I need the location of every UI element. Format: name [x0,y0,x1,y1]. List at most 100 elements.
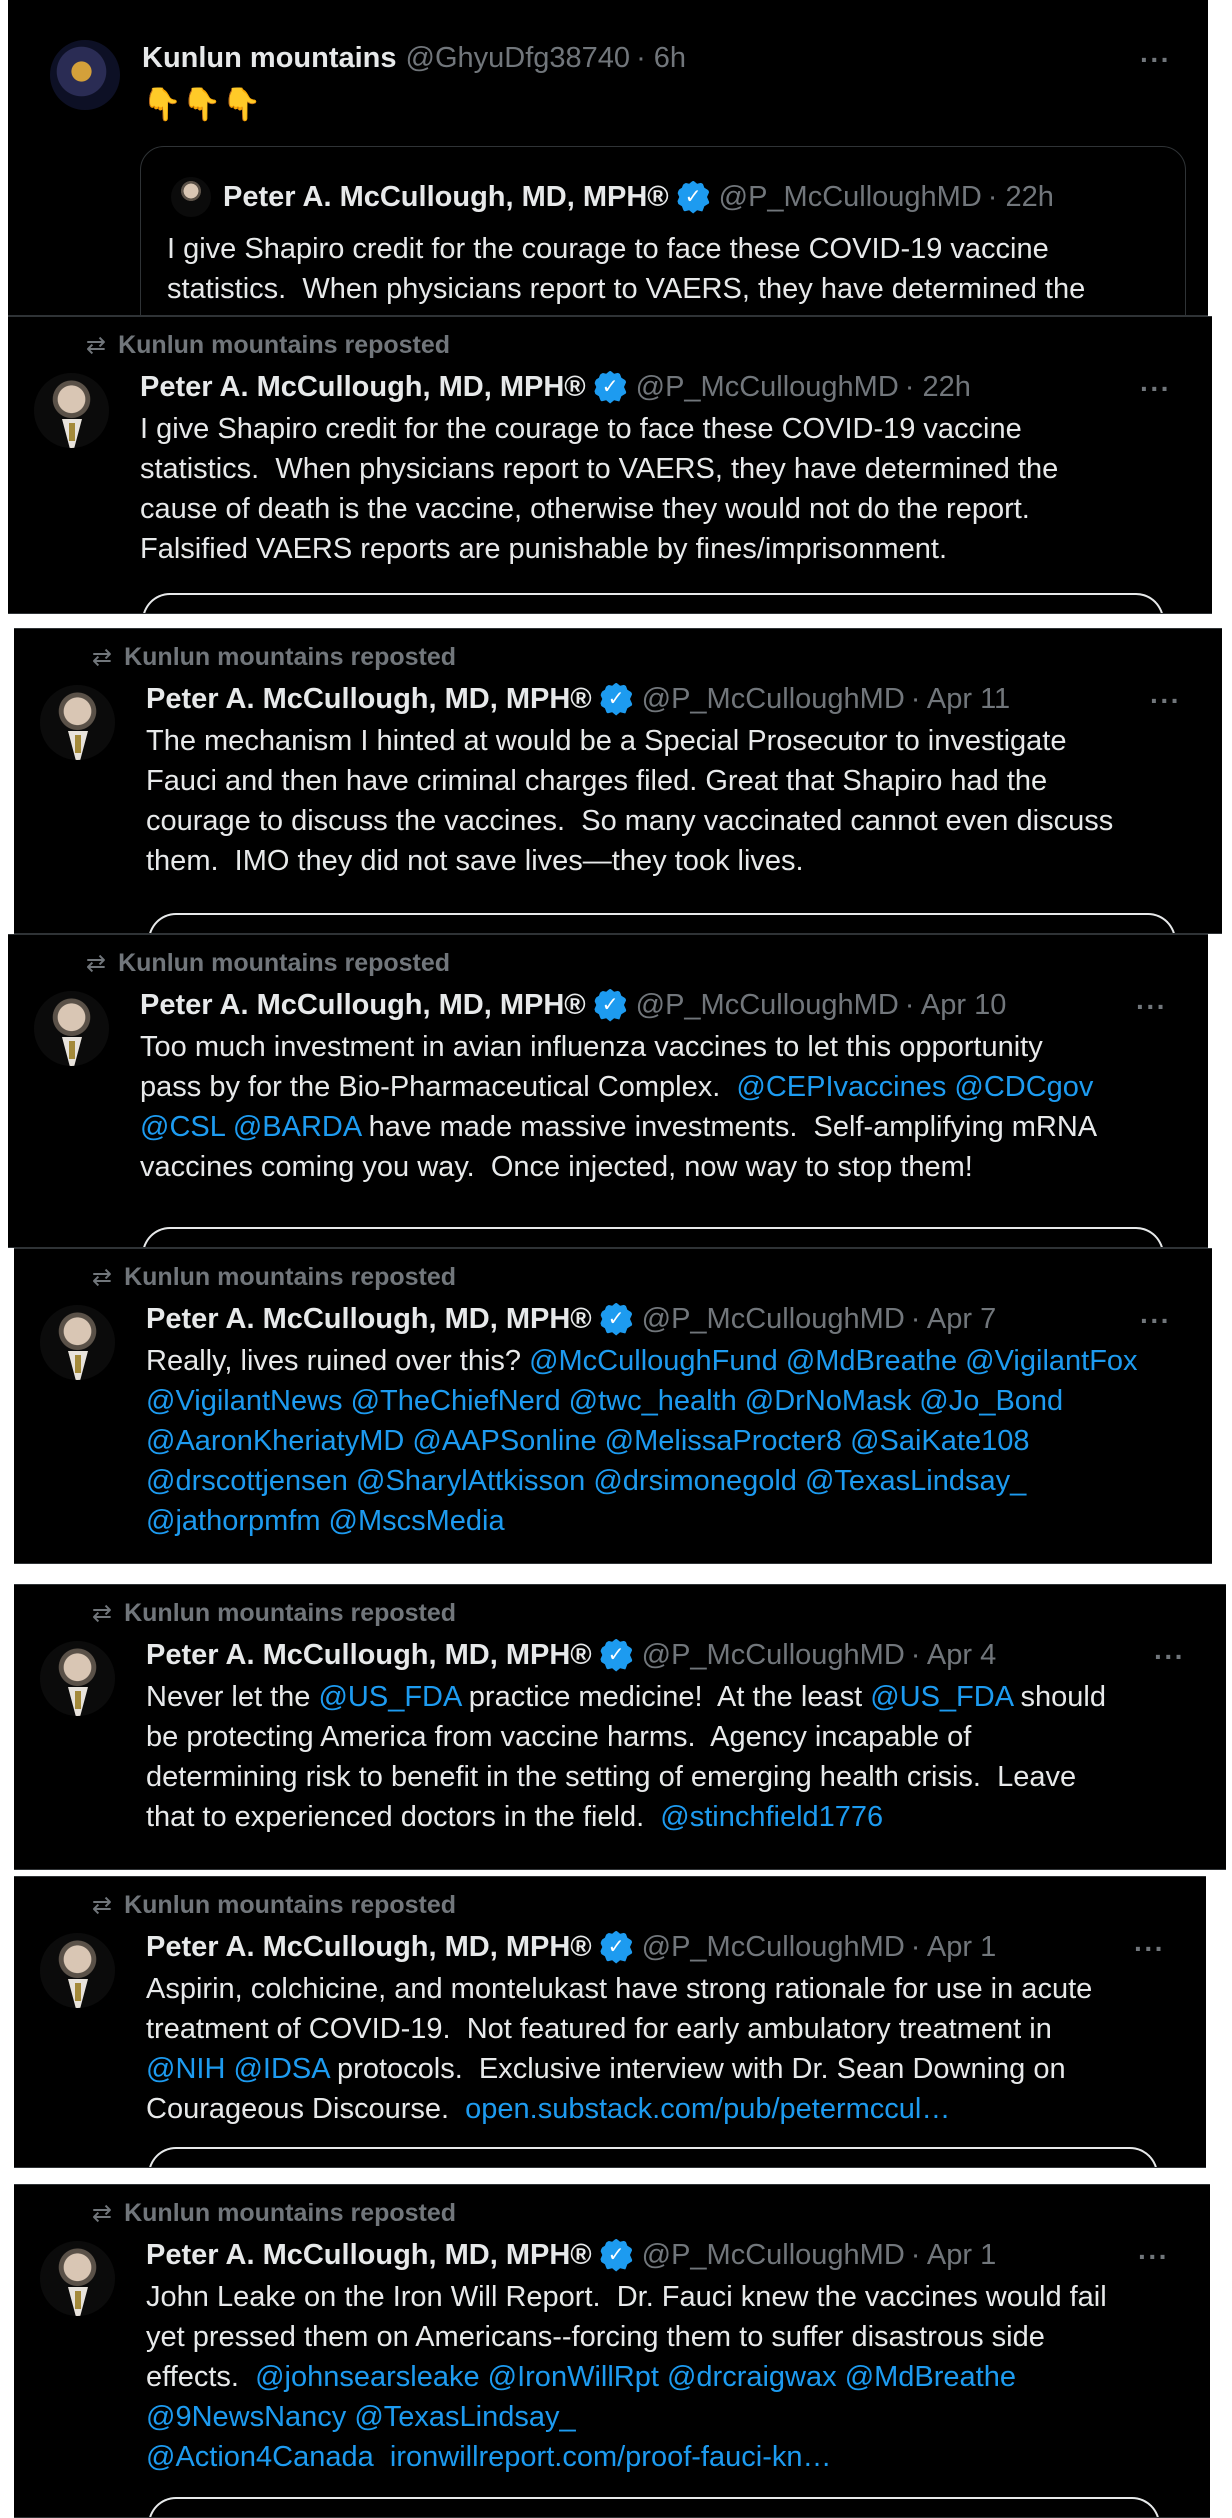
repost-context[interactable]: ⇄ Kunlun mountains reposted [92,1891,456,1920]
mention-link[interactable]: @MscsMedia [329,1505,505,1537]
author-name[interactable]: Peter A. McCullough, MD, MPH® [140,369,586,405]
repost-context[interactable]: ⇄ Kunlun mountains reposted [92,2199,456,2228]
mention-link[interactable]: @VigilantNews [146,1385,343,1417]
media-card-preview[interactable] [142,1227,1164,1247]
tweet-time[interactable]: · Apr 11 [911,681,1010,717]
author-name[interactable]: Peter A. McCullough, MD, MPH® [146,1929,592,1965]
repost-label[interactable]: Kunlun mountains reposted [124,2199,456,2228]
mention-link[interactable]: @drcraigwax [667,2361,837,2393]
mention-link[interactable]: @jathorpmfm [146,1505,320,1537]
author-handle[interactable]: @P_McCulloughMD [642,1637,905,1673]
mention-link[interactable]: @MelissaProcter8 [605,1425,842,1457]
repost-label[interactable]: Kunlun mountains reposted [124,643,456,672]
more-horizontal-icon[interactable]: ··· [1136,993,1167,1021]
author-handle[interactable]: @P_McCulloughMD [636,369,899,405]
mention-link[interactable]: open.substack.com/pub/petermccul… [465,2093,950,2125]
tweet-card-repost[interactable]: ⇄ Kunlun mountains reposted Peter A. McCul… [14,1248,1212,1564]
mention-link[interactable]: @stinchfield1776 [660,1801,883,1833]
mention-link[interactable]: @drsimonegold [593,1465,797,1497]
mention-link[interactable]: @Jo_Bond [919,1385,1063,1417]
tweet-card-repost[interactable]: ⇄ Kunlun mountains reposted Peter A. McCul… [14,1876,1206,2168]
mention-link[interactable]: @CSL [140,1111,225,1143]
repost-label[interactable]: Kunlun mountains reposted [118,949,450,978]
avatar[interactable] [40,1305,115,1380]
more-horizontal-icon[interactable]: ··· [1154,1643,1185,1671]
mention-link[interactable]: @TheChiefNerd [351,1385,561,1417]
author-name[interactable]: Peter A. McCullough, MD, MPH® [140,987,586,1023]
mention-link[interactable]: @IronWillRpt [488,2361,659,2393]
tweet-time[interactable]: · Apr 10 [905,987,1007,1023]
quoted-tweet[interactable]: Peter A. McCullough, MD, MPH® ✓ @P_McCul… [140,146,1186,315]
author-name[interactable]: Peter A. McCullough, MD, MPH® [146,1637,592,1673]
media-card-preview[interactable] [142,593,1164,613]
tweet-card-repost[interactable]: ⇄ Kunlun mountains reposted Peter A. McCul… [14,2184,1210,2518]
tweet-time[interactable]: · Apr 1 [911,1929,996,1965]
mention-link[interactable]: @SharylAttkisson [356,1465,585,1497]
mention-link[interactable]: @9NewsNancy [146,2401,346,2433]
tweet-time[interactable]: · Apr 4 [911,1637,996,1673]
media-card-preview[interactable] [148,913,1176,933]
mention-link[interactable]: @US_FDA [318,1681,460,1713]
avatar[interactable] [40,2241,115,2316]
repost-context[interactable]: ⇄ Kunlun mountains reposted [92,1263,456,1292]
mention-link[interactable]: @MdBreathe [845,2361,1016,2393]
mention-link[interactable]: @BARDA [233,1111,361,1143]
author-handle[interactable]: @P_McCulloughMD [642,2237,905,2273]
mention-link[interactable]: @CDCgov [954,1071,1093,1103]
mention-link[interactable]: @AaronKheriatyMD [146,1425,404,1457]
mention-link[interactable]: @MdBreathe [786,1345,957,1377]
mention-link[interactable]: @VigilantFox [965,1345,1137,1377]
more-horizontal-icon[interactable]: ··· [1138,2243,1169,2271]
avatar[interactable] [34,991,109,1066]
mention-link[interactable]: @McCulloughFund [529,1345,778,1377]
mention-link[interactable]: @AAPSonline [412,1425,596,1457]
tweet-card-repost[interactable]: ⇄ Kunlun mountains reposted Peter A. McCul… [14,628,1222,934]
mention-link[interactable]: @Action4Canada [146,2441,374,2473]
repost-label[interactable]: Kunlun mountains reposted [124,1263,456,1292]
mention-link[interactable]: @johnsearsleake [255,2361,480,2393]
repost-label[interactable]: Kunlun mountains reposted [124,1599,456,1628]
author-name[interactable]: Peter A. McCullough, MD, MPH® [146,681,592,717]
repost-label[interactable]: Kunlun mountains reposted [124,1891,456,1920]
mention-link[interactable]: @NIH [146,2053,225,2085]
author-handle[interactable]: @P_McCulloughMD [642,681,905,717]
avatar[interactable] [40,685,115,760]
mention-link[interactable]: @drscottjensen [146,1465,348,1497]
tweet-card-repost[interactable]: ⇄ Kunlun mountains reposted Peter A. McCul… [14,1584,1226,1870]
author-name[interactable]: Kunlun mountains [142,40,397,76]
avatar[interactable] [34,373,109,448]
tweet-time[interactable]: · 22h [905,369,971,405]
more-horizontal-icon[interactable]: ··· [1150,687,1181,715]
mention-link[interactable]: @twc_health [569,1385,737,1417]
repost-context[interactable]: ⇄ Kunlun mountains reposted [86,949,450,978]
repost-label[interactable]: Kunlun mountains reposted [118,331,450,360]
mention-link[interactable]: @SaiKate108 [850,1425,1029,1457]
author-name[interactable]: Peter A. McCullough, MD, MPH® [146,2237,592,2273]
mention-link[interactable]: @TexasLindsay_ [354,2401,575,2433]
repost-context[interactable]: ⇄ Kunlun mountains reposted [92,643,456,672]
author-handle[interactable]: @P_McCulloughMD [642,1929,905,1965]
tweet-time[interactable]: · Apr 7 [911,1301,996,1337]
author-name[interactable]: Peter A. McCullough, MD, MPH® [146,1301,592,1337]
author-handle[interactable]: @GhyuDfg38740 [406,40,631,76]
mention-link[interactable]: @TexasLindsay_ [805,1465,1026,1497]
more-horizontal-icon[interactable]: ··· [1140,375,1171,403]
mention-link[interactable]: ironwillreport.com/proof-fauci-kn… [390,2441,832,2473]
tweet-card-repost[interactable]: ⇄ Kunlun mountains reposted Peter A. McCul… [8,316,1212,614]
avatar[interactable] [40,1641,115,1716]
mention-link[interactable]: @IDSA [233,2053,329,2085]
media-card-preview[interactable] [148,2147,1158,2167]
more-horizontal-icon[interactable]: ··· [1134,1935,1165,1963]
tweet-card-repost[interactable]: ⇄ Kunlun mountains reposted Peter A. McCul… [8,934,1208,1248]
author-handle[interactable]: @P_McCulloughMD [636,987,899,1023]
author-handle[interactable]: @P_McCulloughMD [642,1301,905,1337]
tweet-time[interactable]: · 6h [636,40,686,76]
mention-link[interactable]: @US_FDA [870,1681,1012,1713]
repost-context[interactable]: ⇄ Kunlun mountains reposted [86,331,450,360]
tweet-card-top[interactable]: Kunlun mountains @GhyuDfg38740 · 6h ··· … [8,0,1208,316]
media-card-preview[interactable] [148,2497,1160,2517]
avatar[interactable] [50,40,120,110]
more-horizontal-icon[interactable]: ··· [1140,46,1171,74]
repost-context[interactable]: ⇄ Kunlun mountains reposted [92,1599,456,1628]
more-horizontal-icon[interactable]: ··· [1140,1307,1171,1335]
